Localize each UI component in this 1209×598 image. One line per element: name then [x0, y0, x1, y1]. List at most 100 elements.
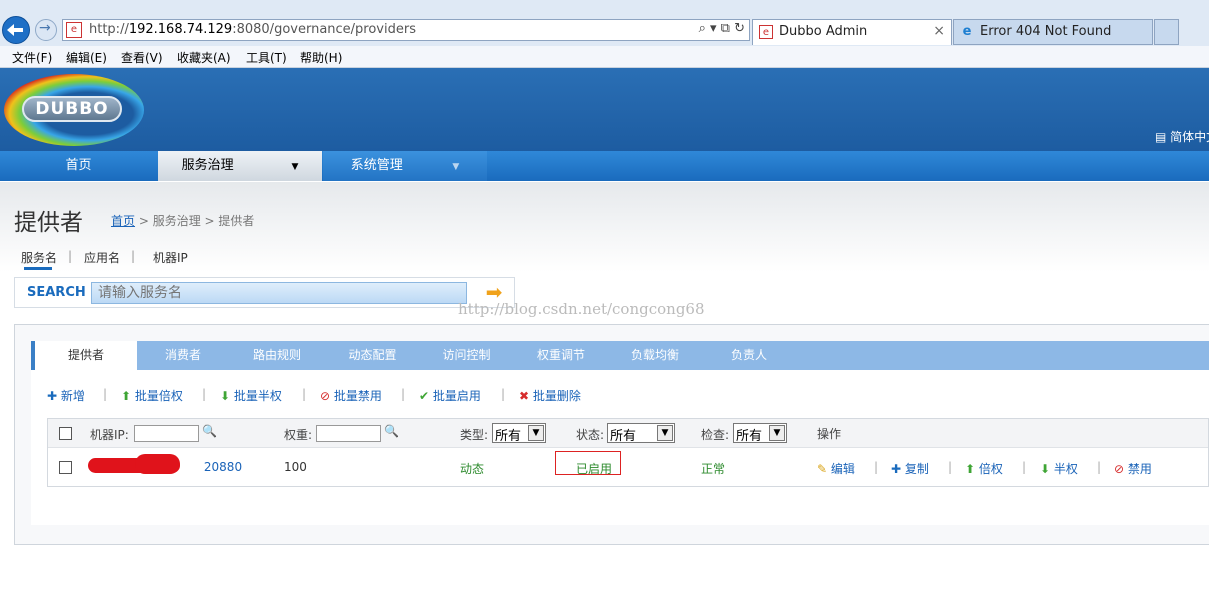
ie-icon: e	[962, 24, 972, 39]
page-title: 提供者	[14, 210, 83, 236]
chevron-down-icon: ▼	[528, 425, 544, 441]
separator: |	[1022, 460, 1027, 474]
menu-tools[interactable]: 工具(T)	[246, 49, 287, 66]
header-status: 状态:	[576, 428, 605, 442]
search-label: SEARCH	[27, 285, 86, 300]
batch-delete-button[interactable]: ✖ 批量删除	[519, 387, 581, 404]
menu-view[interactable]: 查看(V)	[121, 49, 163, 66]
separator: |	[103, 387, 108, 401]
header-type: 类型:	[460, 428, 489, 442]
browser-tab-error-404[interactable]: e Error 404 Not Found	[953, 19, 1153, 45]
close-icon[interactable]: ×	[933, 23, 945, 39]
separator: |	[1097, 460, 1102, 474]
search-tab-service[interactable]: 服务名	[21, 249, 57, 266]
ban-icon: ⊘	[320, 389, 331, 403]
breadcrumb-home[interactable]: 首页	[111, 214, 135, 228]
copy-button[interactable]: ✚ 复制	[891, 460, 929, 477]
disable-button[interactable]: ⊘ 禁用	[1114, 460, 1152, 477]
tab-consumers[interactable]: 消费者	[137, 341, 229, 370]
browser-tab-dubbo-admin[interactable]: e Dubbo Admin ×	[752, 19, 952, 45]
address-tools-icon[interactable]: ⌕ ▾ ⧉ ↻	[699, 21, 745, 36]
add-button[interactable]: ✚ 新增	[47, 387, 85, 404]
tab-routes[interactable]: 路由规则	[229, 341, 325, 370]
tab-loadbalance[interactable]: 负载均衡	[609, 341, 701, 370]
search-input[interactable]	[91, 282, 467, 304]
back-button[interactable]	[2, 16, 30, 44]
plus-icon: ✚	[891, 462, 902, 476]
separator: |	[948, 460, 953, 474]
nav-system-admin[interactable]: 系统管理 ▼	[323, 151, 487, 181]
document-icon: ▤	[1155, 130, 1167, 144]
nav-service-governance[interactable]: 服务治理 ▼	[158, 151, 322, 181]
chevron-down-icon: ▼	[657, 425, 673, 441]
separator: |	[68, 249, 73, 263]
forward-button[interactable]	[35, 19, 57, 41]
address-url[interactable]: http://192.168.74.129:8080/governance/pr…	[89, 22, 416, 37]
separator: |	[131, 249, 136, 263]
nav-home[interactable]: 首页	[0, 151, 157, 181]
separator: |	[401, 387, 406, 401]
select-value: 所有	[736, 429, 763, 444]
main-nav: 首页 服务治理 ▼ 系统管理 ▼	[0, 151, 1209, 181]
ip-filter-input[interactable]	[134, 425, 199, 442]
tab-providers[interactable]: 提供者	[31, 341, 137, 370]
search-tab-ip[interactable]: 机器IP	[153, 249, 188, 266]
arrow-up-icon: ⬆	[121, 389, 132, 403]
arrow-up-icon: ⬆	[965, 462, 976, 476]
edit-button[interactable]: ✎ 编辑	[817, 460, 855, 477]
ban-icon: ⊘	[1114, 462, 1125, 476]
tab-overrides[interactable]: 动态配置	[325, 341, 420, 370]
check-filter-select[interactable]: 所有 ▼	[733, 423, 787, 444]
tab-weights[interactable]: 权重调节	[513, 341, 609, 370]
row-checkbox[interactable]	[59, 461, 72, 474]
breadcrumb: 首页 > 服务治理 > 提供者	[111, 214, 255, 228]
search-box: SEARCH ➡	[14, 277, 515, 308]
half-weight-button[interactable]: ⬇ 半权	[1040, 460, 1078, 477]
menu-file[interactable]: 文件(F)	[12, 49, 52, 66]
tab-title: Dubbo Admin	[779, 24, 868, 39]
search-icon[interactable]: 🔍	[384, 424, 399, 438]
language-switch[interactable]: ▤ 简体中文	[1155, 128, 1209, 145]
select-value: 所有	[495, 429, 522, 444]
search-icon[interactable]: 🔍	[202, 424, 217, 438]
provider-type: 动态	[460, 462, 485, 476]
batch-disable-button[interactable]: ⊘ 批量禁用	[320, 387, 382, 404]
new-tab-button[interactable]	[1154, 19, 1179, 45]
menu-help[interactable]: 帮助(H)	[300, 49, 342, 66]
chevron-down-icon: ▼	[769, 425, 785, 441]
tab-title: Error 404 Not Found	[980, 24, 1112, 39]
type-filter-select[interactable]: 所有 ▼	[492, 423, 546, 444]
arrow-down-icon: ⬇	[1040, 462, 1051, 476]
select-all-checkbox[interactable]	[59, 427, 72, 440]
chevron-down-icon: ▼	[452, 162, 460, 172]
provider-check: 正常	[701, 462, 726, 476]
watermark: http://blog.csdn.net/congcong68	[458, 300, 705, 318]
separator: |	[501, 387, 506, 401]
batch-half-weight-button[interactable]: ⬇ 批量半权	[220, 387, 282, 404]
menu-edit[interactable]: 编辑(E)	[66, 49, 107, 66]
batch-double-weight-button[interactable]: ⬆ 批量倍权	[121, 387, 183, 404]
status-filter-select[interactable]: 所有 ▼	[607, 423, 675, 444]
double-weight-button[interactable]: ⬆ 倍权	[965, 460, 1003, 477]
tab-access[interactable]: 访问控制	[420, 341, 513, 370]
app-header: DUBBO	[0, 68, 1209, 151]
plus-icon: ✚	[47, 389, 58, 403]
address-bar[interactable]: e http://192.168.74.129:8080/governance/…	[62, 19, 750, 41]
weight-filter-input[interactable]	[316, 425, 381, 442]
redaction-mark	[135, 454, 180, 474]
header-check: 检查:	[701, 428, 730, 442]
separator: |	[874, 460, 879, 474]
batch-enable-button[interactable]: ✔ 批量启用	[419, 387, 481, 404]
separator: |	[302, 387, 307, 401]
page-icon: e	[759, 25, 773, 39]
provider-weight: 100	[284, 460, 307, 474]
logo-text: DUBBO	[22, 96, 122, 122]
header-ops: 操作	[817, 427, 842, 441]
provider-status: 已启用	[576, 462, 613, 476]
pencil-icon: ✎	[817, 462, 828, 476]
page-icon: e	[66, 22, 82, 38]
separator: |	[202, 387, 207, 401]
tab-owners[interactable]: 负责人	[701, 341, 797, 370]
menu-favorites[interactable]: 收藏夹(A)	[177, 49, 231, 66]
search-tab-application[interactable]: 应用名	[84, 249, 120, 266]
